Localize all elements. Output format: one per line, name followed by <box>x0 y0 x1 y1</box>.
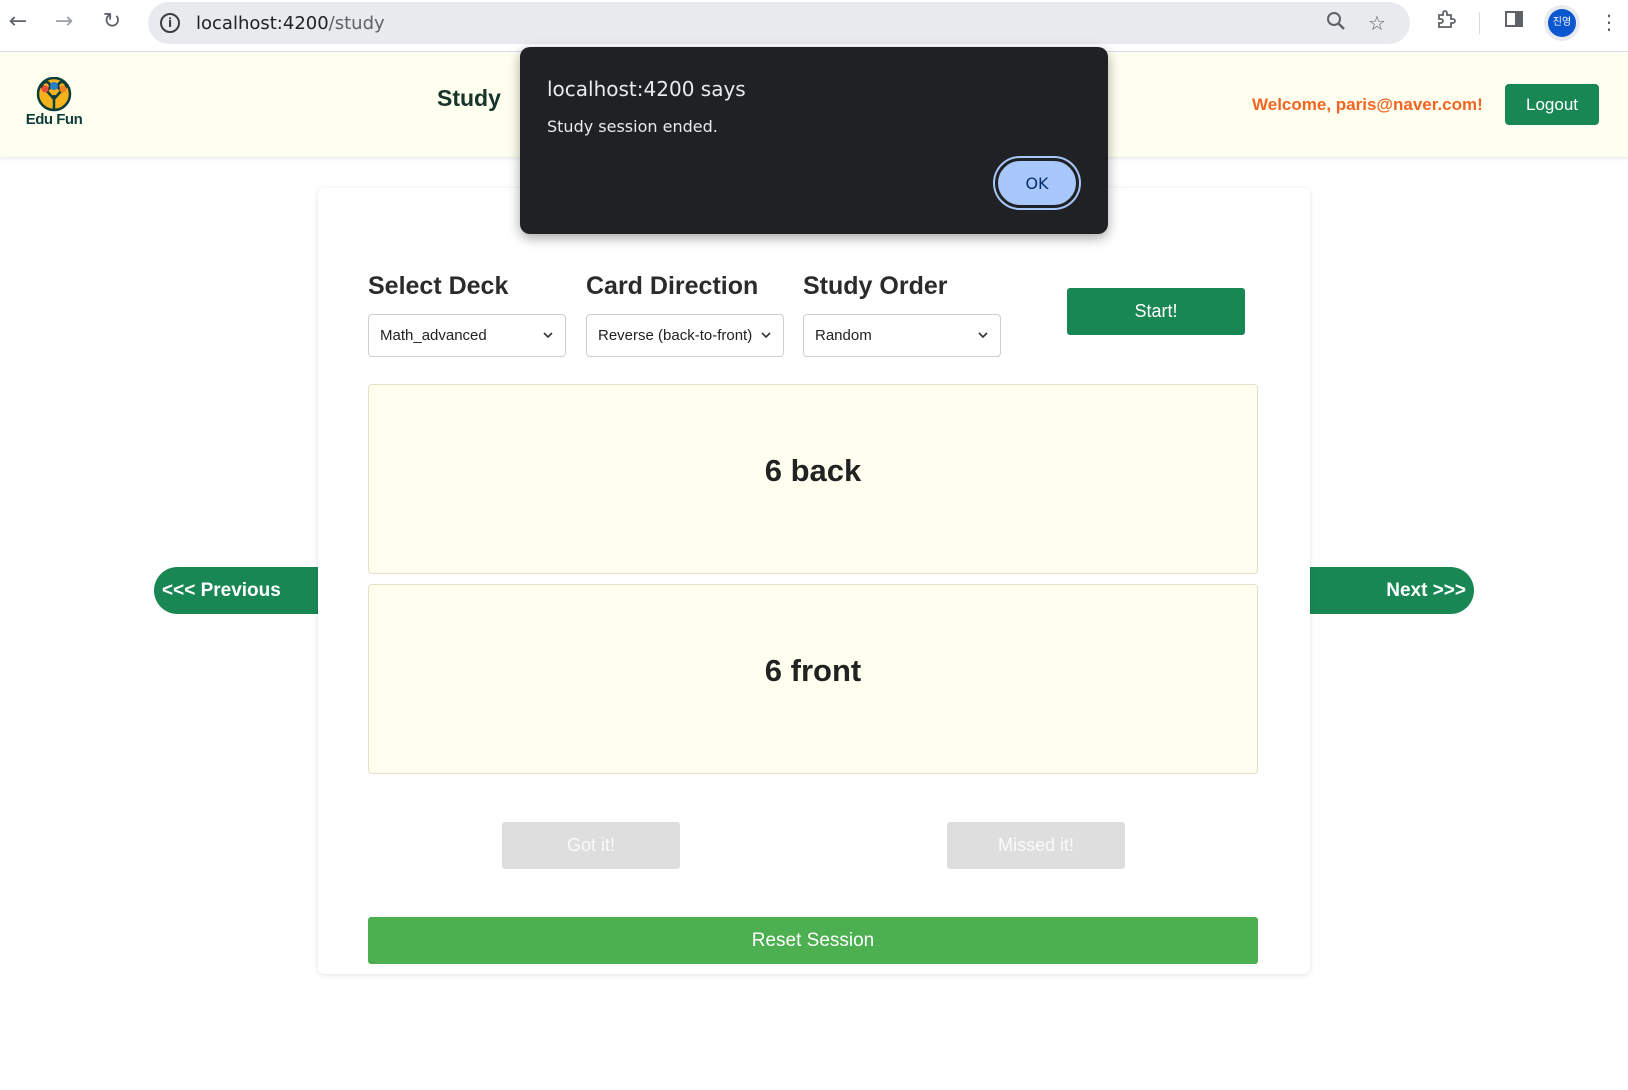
deck-select[interactable]: Math_advanced <box>368 314 566 357</box>
side-panel-icon[interactable] <box>1500 8 1528 36</box>
direction-select[interactable]: Reverse (back-to-front) <box>586 314 784 357</box>
logo-tree-icon <box>36 76 72 112</box>
missed-it-button[interactable]: Missed it! <box>947 822 1125 869</box>
zoom-icon[interactable] <box>1323 10 1349 36</box>
nav-link-study[interactable]: Study <box>437 85 501 112</box>
card-direction-label: Card Direction <box>586 272 759 300</box>
deck-select-value: Math_advanced <box>380 327 487 344</box>
address-bar[interactable]: i localhost:4200/study ☆ <box>148 2 1410 44</box>
study-order-label: Study Order <box>803 272 948 300</box>
info-icon[interactable]: i <box>160 13 180 33</box>
order-select[interactable]: Random <box>803 314 1001 357</box>
reset-session-button[interactable]: Reset Session <box>368 917 1258 964</box>
profile-avatar[interactable]: 진영 <box>1548 9 1576 37</box>
back-arrow-icon[interactable]: ← <box>4 8 32 36</box>
edu-fun-logo[interactable]: Edu Fun <box>22 76 86 133</box>
star-icon[interactable]: ☆ <box>1364 10 1390 36</box>
url-text[interactable]: localhost:4200/study <box>196 13 385 34</box>
select-deck-label: Select Deck <box>368 272 509 300</box>
reload-icon[interactable]: ↻ <box>98 8 126 36</box>
extensions-icon[interactable] <box>1432 8 1460 36</box>
browser-toolbar: ← → ↻ i localhost:4200/study ☆ 진영 ⋮ <box>0 0 1628 52</box>
flashcard-top[interactable]: 6 back <box>368 384 1258 574</box>
start-button[interactable]: Start! <box>1067 288 1245 335</box>
url-host: localhost:4200 <box>196 13 329 34</box>
forward-arrow-icon[interactable]: → <box>50 8 78 36</box>
order-select-value: Random <box>815 327 872 344</box>
kebab-menu-icon[interactable]: ⋮ <box>1595 8 1623 36</box>
chevron-down-icon <box>978 332 988 339</box>
welcome-message: Welcome, paris@naver.com! <box>1252 95 1483 114</box>
url-path: /study <box>328 13 385 34</box>
chevron-down-icon <box>543 332 553 339</box>
previous-card-button[interactable]: <<< Previous <box>154 567 320 614</box>
next-card-button[interactable]: Next >>> <box>1308 567 1474 614</box>
dialog-message: Study session ended. <box>547 117 718 136</box>
got-it-button[interactable]: Got it! <box>502 822 680 869</box>
direction-select-value: Reverse (back-to-front) <box>598 327 753 344</box>
chevron-down-icon <box>761 332 771 339</box>
study-panel: Select Deck Card Direction Study Order M… <box>318 188 1310 974</box>
flashcard-top-text: 6 back <box>764 453 862 488</box>
dialog-title: localhost:4200 says <box>547 77 746 101</box>
flashcard-bottom-text: 6 front <box>764 653 862 688</box>
alert-dialog: localhost:4200 says Study session ended.… <box>520 47 1108 234</box>
flashcard-bottom[interactable]: 6 front <box>368 584 1258 774</box>
toolbar-divider <box>1479 12 1480 34</box>
logo-text: Edu Fun <box>25 111 83 128</box>
logout-button[interactable]: Logout <box>1505 84 1599 125</box>
dialog-ok-button[interactable]: OK <box>995 158 1079 208</box>
